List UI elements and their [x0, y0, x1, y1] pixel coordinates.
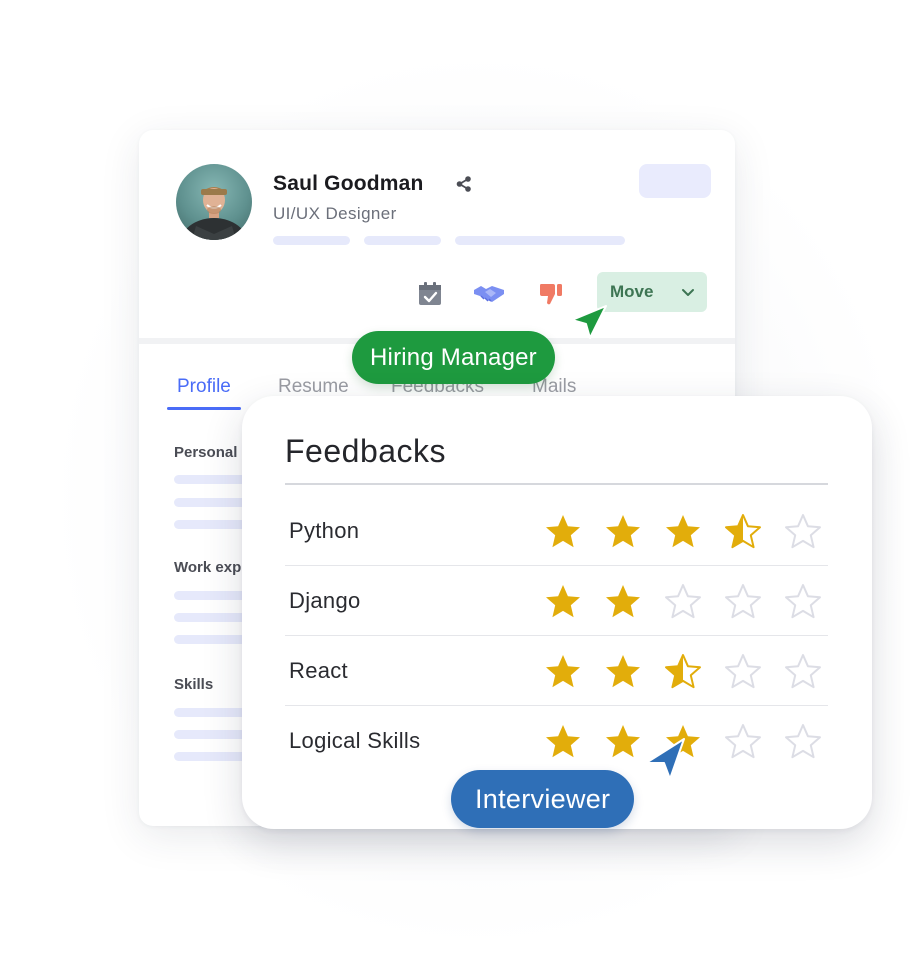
- placeholder-pill: [639, 164, 711, 198]
- interviewer-label: Interviewer: [475, 783, 611, 814]
- hiring-manager-label: Hiring Manager: [370, 343, 537, 371]
- avatar: [176, 164, 252, 240]
- feedback-row: Python: [285, 496, 828, 566]
- tab-resume[interactable]: Resume: [278, 376, 349, 398]
- share-icon[interactable]: [455, 175, 473, 193]
- star-half-icon: [665, 654, 701, 689]
- star-empty-icon: [725, 584, 761, 619]
- cursor-arrow-icon: [571, 305, 607, 339]
- cursor-arrow-icon: [645, 738, 685, 780]
- star-empty-icon: [785, 584, 821, 619]
- handshake-icon[interactable]: [472, 280, 506, 308]
- star-filled-icon: [546, 585, 580, 618]
- candidate-role: UI/UX Designer: [273, 204, 397, 223]
- star-empty-icon: [725, 654, 761, 689]
- feedback-row: Logical Skills: [285, 706, 828, 776]
- active-tab-indicator: [167, 407, 241, 410]
- star-filled-icon: [546, 515, 580, 548]
- hiring-manager-tag: Hiring Manager: [352, 331, 555, 384]
- section-work-experience: Work exp: [174, 559, 242, 576]
- star-filled-icon: [606, 725, 640, 758]
- skill-name: Logical Skills: [289, 728, 421, 753]
- feedback-row: Django: [285, 566, 828, 636]
- star-filled-icon: [606, 515, 640, 548]
- star-filled-icon: [546, 655, 580, 688]
- feedback-row: React: [285, 636, 828, 706]
- move-label: Move: [610, 282, 654, 301]
- star-empty-icon: [725, 724, 761, 759]
- tab-profile[interactable]: Profile: [177, 376, 231, 398]
- star-filled-icon: [546, 725, 580, 758]
- feedbacks-title: Feedbacks: [285, 433, 447, 469]
- star-empty-icon: [785, 654, 821, 689]
- star-empty-icon: [785, 724, 821, 759]
- title-divider: [285, 483, 828, 485]
- calendar-check-icon[interactable]: [416, 280, 444, 308]
- star-filled-icon: [606, 585, 640, 618]
- skill-name: Django: [289, 588, 361, 613]
- candidate-name: Saul Goodman: [273, 172, 424, 195]
- chevron-down-icon: [682, 289, 694, 296]
- skill-name: React: [289, 658, 348, 683]
- interviewer-tag: Interviewer: [451, 770, 635, 828]
- section-personal: Personal: [174, 444, 238, 461]
- placeholder-bar: [455, 236, 625, 245]
- move-dropdown-button[interactable]: Move: [597, 272, 707, 312]
- placeholder-bar: [273, 236, 350, 245]
- avatar-photo: [180, 187, 248, 240]
- star-half-icon: [725, 514, 761, 549]
- skill-name: Python: [289, 518, 360, 543]
- placeholder-bar: [364, 236, 441, 245]
- thumbs-down-icon[interactable]: [537, 280, 565, 308]
- section-skills: Skills: [174, 676, 214, 693]
- star-empty-icon: [665, 584, 701, 619]
- star-empty-icon: [785, 514, 821, 549]
- star-filled-icon: [666, 515, 700, 548]
- star-filled-icon: [606, 655, 640, 688]
- feedbacks-card: Feedbacks Python Django React Logical Sk…: [242, 396, 872, 829]
